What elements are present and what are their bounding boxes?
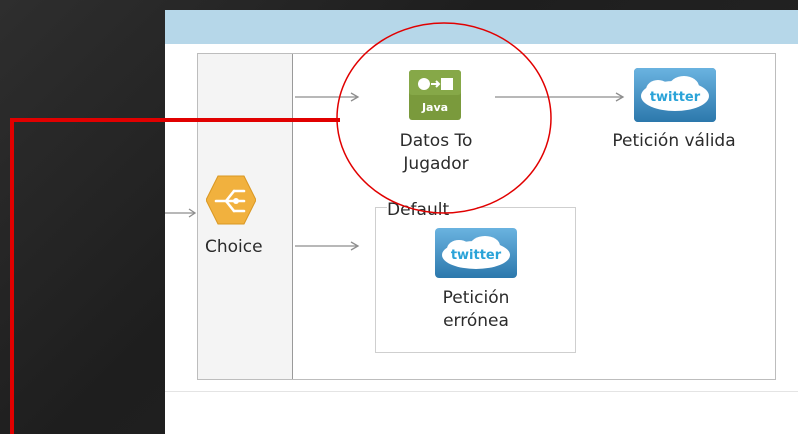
- choice-label: Choice: [205, 237, 263, 257]
- java-transformer-icon[interactable]: Java: [409, 70, 461, 120]
- valid-step-label: Petición válida: [612, 131, 736, 151]
- java-step-label-line1: Datos To: [399, 131, 473, 151]
- default-route-label: Default: [387, 199, 477, 221]
- twitter-badge-text: twitter: [650, 90, 701, 105]
- choice-router-icon[interactable]: [205, 174, 257, 226]
- java-step-label-line2: Jugador: [403, 154, 469, 174]
- twitter-icon[interactable]: twitter: [435, 228, 517, 278]
- error-step-label-line1: Petición: [442, 288, 510, 308]
- flow-canvas: Choice Java Datos To Jugador twitter Pet…: [165, 10, 798, 434]
- error-step-label-line2: errónea: [443, 311, 509, 331]
- twitter-badge-text: twitter: [451, 248, 502, 263]
- java-badge-text: Java: [421, 101, 448, 114]
- twitter-icon[interactable]: twitter: [634, 68, 716, 122]
